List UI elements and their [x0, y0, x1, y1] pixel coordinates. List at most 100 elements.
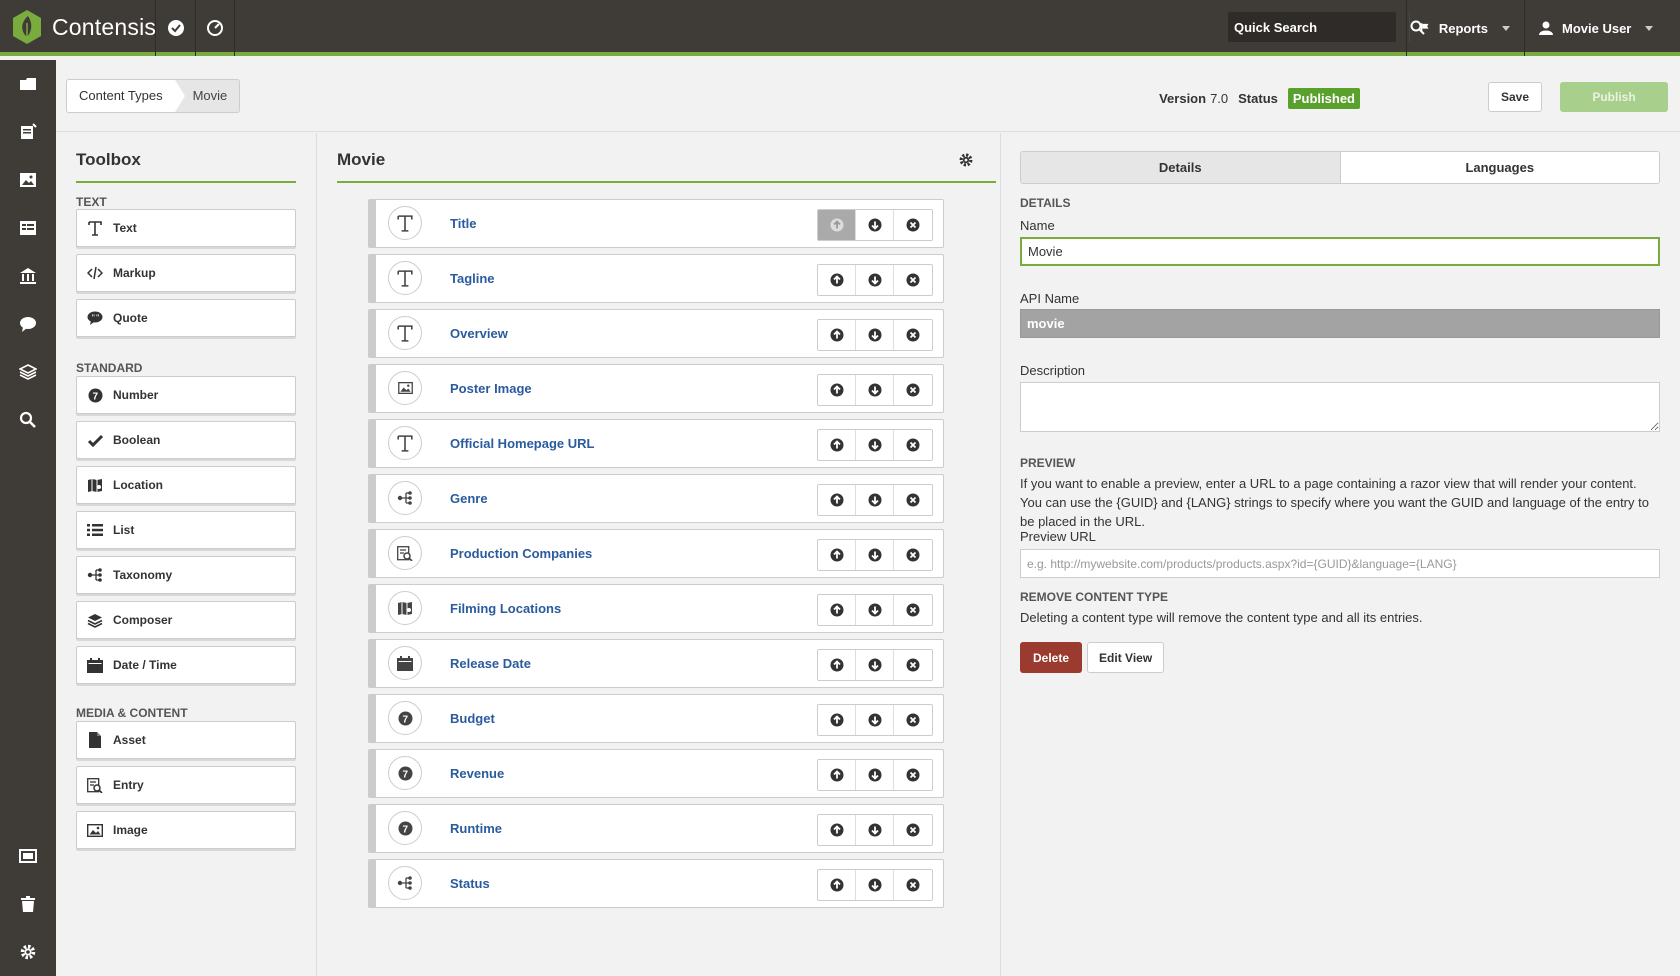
move-down-button[interactable]	[856, 540, 894, 570]
reports-menu[interactable]: Reports	[1406, 0, 1510, 56]
delete-button[interactable]: Delete	[1020, 642, 1083, 673]
toolbox-item-datetime[interactable]: Date / Time	[76, 646, 296, 684]
field-row[interactable]: Poster Image	[368, 364, 944, 413]
field-name[interactable]: Revenue	[450, 766, 504, 781]
remove-field-button[interactable]	[894, 870, 932, 900]
remove-field-button[interactable]	[894, 540, 932, 570]
edit-view-button[interactable]: Edit View	[1087, 642, 1165, 673]
tab-details[interactable]: Details	[1021, 152, 1341, 183]
field-row[interactable]: 7 Runtime	[368, 804, 944, 853]
toolbox-item-entry[interactable]: Entry	[76, 766, 296, 804]
move-down-button[interactable]	[856, 870, 894, 900]
move-down-button[interactable]	[856, 375, 894, 405]
move-down-button[interactable]	[856, 595, 894, 625]
move-up-button[interactable]	[818, 375, 856, 405]
nav-institution[interactable]	[0, 252, 56, 300]
dashboard-button[interactable]	[195, 0, 235, 56]
tab-languages[interactable]: Languages	[1340, 152, 1659, 183]
field-row[interactable]: Genre	[368, 474, 944, 523]
move-up-button[interactable]	[818, 210, 856, 240]
field-row[interactable]: Status	[368, 859, 944, 908]
field-name[interactable]: Poster Image	[450, 381, 532, 396]
remove-field-button[interactable]	[894, 815, 932, 845]
field-row[interactable]: Production Companies	[368, 529, 944, 578]
move-up-button[interactable]	[818, 815, 856, 845]
move-up-button[interactable]	[818, 265, 856, 295]
move-down-button[interactable]	[856, 815, 894, 845]
move-down-button[interactable]	[856, 210, 894, 240]
field-name[interactable]: Filming Locations	[450, 601, 561, 616]
toolbox-item-composer[interactable]: Composer	[76, 601, 296, 639]
nav-content-types[interactable]	[0, 204, 56, 252]
nav-recycle-bin[interactable]	[0, 880, 56, 928]
move-up-button[interactable]	[818, 760, 856, 790]
name-input[interactable]	[1020, 237, 1660, 266]
move-up-button[interactable]	[818, 320, 856, 350]
tasks-button[interactable]	[155, 0, 195, 56]
field-name[interactable]: Overview	[450, 326, 508, 341]
remove-field-button[interactable]	[894, 705, 932, 735]
field-name[interactable]: Genre	[450, 491, 488, 506]
toolbox-item-asset[interactable]: Asset	[76, 721, 296, 759]
field-name[interactable]: Official Homepage URL	[450, 436, 594, 451]
field-name[interactable]: Runtime	[450, 821, 502, 836]
remove-field-button[interactable]	[894, 485, 932, 515]
nav-settings[interactable]	[0, 928, 56, 976]
description-textarea[interactable]	[1020, 382, 1660, 432]
field-name[interactable]: Production Companies	[450, 546, 592, 561]
field-name[interactable]: Release Date	[450, 656, 531, 671]
remove-field-button[interactable]	[894, 595, 932, 625]
nav-entries[interactable]	[0, 108, 56, 156]
field-row[interactable]: Release Date	[368, 639, 944, 688]
preview-url-input[interactable]	[1020, 549, 1660, 578]
move-down-button[interactable]	[856, 485, 894, 515]
move-down-button[interactable]	[856, 760, 894, 790]
user-menu[interactable]: Movie User	[1524, 0, 1680, 56]
move-up-button[interactable]	[818, 485, 856, 515]
move-down-button[interactable]	[856, 650, 894, 680]
field-row[interactable]: Title	[368, 199, 944, 248]
remove-field-button[interactable]	[894, 320, 932, 350]
gear-icon[interactable]	[958, 152, 974, 168]
field-row[interactable]: Overview	[368, 309, 944, 358]
toolbox-item-number[interactable]: 7 Number	[76, 376, 296, 414]
contensis-logo[interactable]: Contensis	[12, 8, 156, 46]
field-row[interactable]: 7 Revenue	[368, 749, 944, 798]
remove-field-button[interactable]	[894, 760, 932, 790]
toolbox-item-list[interactable]: List	[76, 511, 296, 549]
save-button[interactable]: Save	[1487, 82, 1542, 112]
move-down-button[interactable]	[856, 705, 894, 735]
remove-field-button[interactable]	[894, 265, 932, 295]
toolbox-item-text[interactable]: Text	[76, 209, 296, 247]
nav-layers[interactable]	[0, 348, 56, 396]
field-row[interactable]: Filming Locations	[368, 584, 944, 633]
nav-images[interactable]	[0, 156, 56, 204]
remove-field-button[interactable]	[894, 430, 932, 460]
nav-views[interactable]	[0, 832, 56, 880]
field-name[interactable]: Tagline	[450, 271, 495, 286]
move-up-button[interactable]	[818, 595, 856, 625]
field-row[interactable]: Official Homepage URL	[368, 419, 944, 468]
publish-button[interactable]: Publish	[1560, 82, 1668, 112]
field-name[interactable]: Title	[450, 216, 477, 231]
move-down-button[interactable]	[856, 320, 894, 350]
field-name[interactable]: Status	[450, 876, 490, 891]
quick-search-input[interactable]	[1228, 12, 1409, 42]
move-up-button[interactable]	[818, 870, 856, 900]
nav-search[interactable]	[0, 396, 56, 444]
toolbox-item-location[interactable]: Location	[76, 466, 296, 504]
field-row[interactable]: Tagline	[368, 254, 944, 303]
toolbox-item-boolean[interactable]: Boolean	[76, 421, 296, 459]
remove-field-button[interactable]	[894, 375, 932, 405]
move-up-button[interactable]	[818, 540, 856, 570]
remove-field-button[interactable]	[894, 210, 932, 240]
field-name[interactable]: Budget	[450, 711, 495, 726]
breadcrumb-content-types[interactable]: Content Types	[67, 80, 175, 112]
move-up-button[interactable]	[818, 650, 856, 680]
toolbox-item-taxonomy[interactable]: Taxonomy	[76, 556, 296, 594]
move-up-button[interactable]	[818, 705, 856, 735]
move-down-button[interactable]	[856, 430, 894, 460]
toolbox-item-markup[interactable]: Markup	[76, 254, 296, 292]
move-up-button[interactable]	[818, 430, 856, 460]
nav-comments[interactable]	[0, 300, 56, 348]
